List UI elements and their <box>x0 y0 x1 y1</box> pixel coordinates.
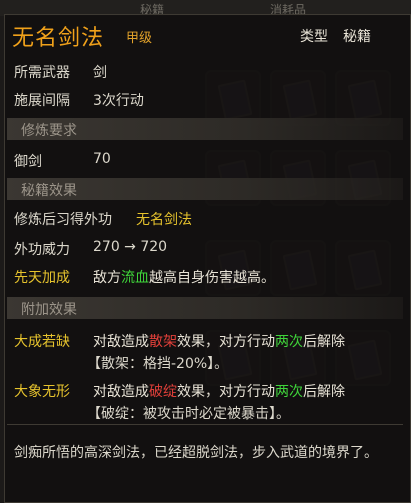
extra-name: 大象无形 <box>14 384 70 400</box>
type-value: 秘籍 <box>343 29 371 45</box>
section-extra: 附加效果 <box>7 297 403 319</box>
sword-label: 御剑 <box>14 154 42 170</box>
section-training: 修炼要求 <box>7 118 403 140</box>
section-extra-title: 附加效果 <box>21 302 77 318</box>
interval-label: 施展间隔 <box>14 93 70 109</box>
extra-detail: 【破绽：被攻击时必定被暴击】。 <box>87 406 290 422</box>
extra-status: 破绽 <box>149 384 177 400</box>
sword-value: 70 <box>93 151 111 167</box>
item-description: 剑痴所悟的高深剑法，已经超脱剑法，步入武道的境界了。 <box>14 445 378 461</box>
extra-post: 后解除 <box>303 384 345 400</box>
extra-detail: 【散架：格挡-20%】。 <box>87 356 229 372</box>
learn-value: 无名剑法 <box>136 212 192 228</box>
divider <box>7 424 403 425</box>
extra-mid: 效果，对方行动 <box>177 384 275 400</box>
innate-post: 越高自身伤害越高。 <box>149 270 275 286</box>
extra-times: 两次 <box>275 384 303 400</box>
extra-mid: 效果，对方行动 <box>177 334 275 350</box>
innate-pre: 敌方 <box>93 270 121 286</box>
type-label: 类型 <box>300 29 328 45</box>
extra-post: 后解除 <box>303 334 345 350</box>
learn-label: 修炼后习得外功 <box>14 212 112 228</box>
extra-status: 散架 <box>149 334 177 350</box>
section-training-title: 修炼要求 <box>21 123 77 139</box>
extra-name: 大成若缺 <box>14 334 70 350</box>
extra-text: 对敌造成破绽效果，对方行动两次后解除 <box>93 381 345 401</box>
extra-times: 两次 <box>275 334 303 350</box>
extra-text: 对敌造成散架效果，对方行动两次后解除 <box>93 331 345 351</box>
section-effect-title: 秘籍效果 <box>21 183 77 199</box>
power-label: 外功威力 <box>14 242 70 258</box>
innate-highlight: 流血 <box>121 270 149 286</box>
interval-value: 3次行动 <box>93 93 144 109</box>
innate-label: 先天加成 <box>14 270 70 286</box>
extra-pre: 对敌造成 <box>93 384 149 400</box>
item-name: 无名剑法 <box>12 26 105 51</box>
item-grade: 甲级 <box>126 31 153 46</box>
weapon-label: 所需武器 <box>14 65 70 81</box>
innate-text: 敌方流血越高自身伤害越高。 <box>93 267 275 287</box>
weapon-value: 剑 <box>93 65 107 81</box>
section-effect: 秘籍效果 <box>7 178 403 200</box>
extra-pre: 对敌造成 <box>93 334 149 350</box>
power-value: 270 → 720 <box>93 239 168 255</box>
